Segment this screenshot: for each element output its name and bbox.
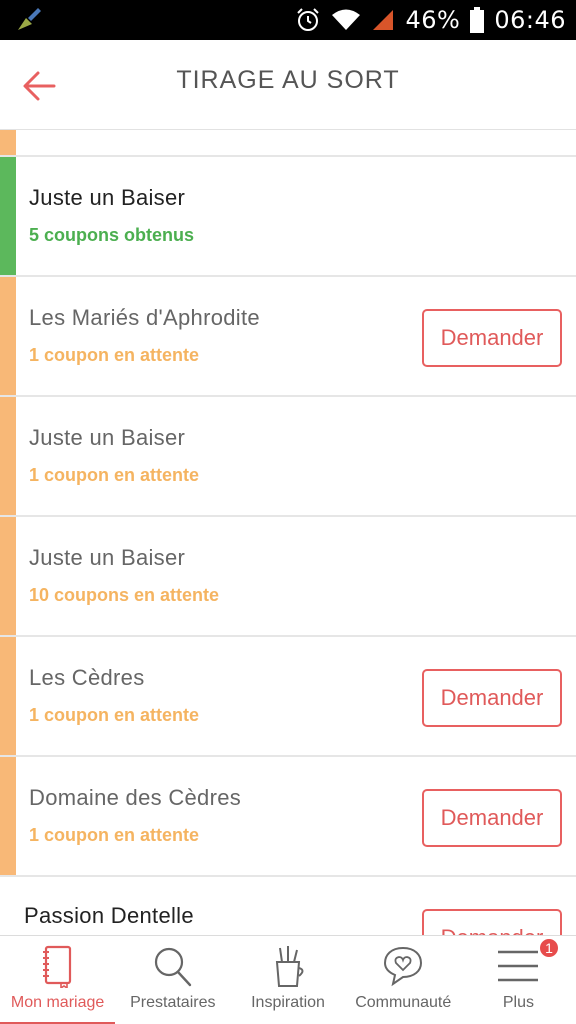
nav-label: Prestataires (130, 994, 216, 1011)
page-title: TIRAGE AU SORT (176, 66, 400, 94)
status-accent (0, 157, 16, 275)
nav-item-prestataires[interactable]: Prestataires (115, 936, 230, 1024)
nav-item-inspiration[interactable]: Inspiration (230, 936, 345, 1024)
list-item[interactable]: Les Cèdres 1 coupon en attente Demander (0, 637, 576, 757)
demander-button[interactable]: Demander (422, 309, 562, 367)
coupon-status: 1 coupon en attente (29, 705, 200, 725)
coupon-status: 5 coupons obtenus (29, 225, 195, 245)
pencil-cup-icon (275, 946, 304, 987)
vendor-name: Les Cèdres (29, 665, 145, 690)
clock: 06:46 (494, 6, 566, 34)
app-header: TIRAGE AU SORT (0, 40, 576, 130)
alarm-icon (297, 8, 320, 31)
list-item[interactable] (0, 130, 576, 157)
wifi-icon (332, 9, 361, 30)
nav-label: Inspiration (251, 994, 325, 1011)
coupon-status: 1 coupon en attente (29, 465, 200, 485)
demander-button[interactable]: Demander (422, 909, 562, 935)
menu-icon (498, 950, 539, 982)
status-accent (0, 130, 16, 155)
coupon-status: 1 coupon en attente (29, 825, 200, 845)
status-accent (0, 637, 16, 755)
list-item[interactable]: Juste un Baiser 1 coupon en attente (0, 397, 576, 517)
demander-button[interactable]: Demander (422, 789, 562, 847)
bottom-nav: Mon mariage Prestataires Inspiration Com… (0, 935, 576, 1024)
notification-badge: 1 (538, 937, 560, 959)
nav-item-communaute[interactable]: Communauté (346, 936, 461, 1024)
status-bar: 46% 06:46 (0, 0, 576, 40)
list-item[interactable]: Juste un Baiser 10 coupons en attente (0, 517, 576, 637)
vendor-name: Juste un Baiser (29, 185, 186, 210)
brush-icon (18, 8, 41, 30)
search-icon (154, 947, 191, 987)
status-accent (0, 397, 16, 515)
list-item[interactable]: Domaine des Cèdres 1 coupon en attente D… (0, 757, 576, 877)
coupon-list[interactable]: Juste un Baiser 5 coupons obtenus Les Ma… (0, 130, 576, 935)
nav-label: Communauté (355, 994, 452, 1011)
vendor-name: Juste un Baiser (29, 425, 186, 450)
nav-item-mon-mariage[interactable]: Mon mariage (0, 936, 116, 1024)
status-accent (0, 757, 16, 875)
notebook-icon (42, 945, 71, 988)
battery-icon (470, 7, 485, 33)
coupon-status: 1 coupon en attente (29, 345, 200, 365)
vendor-name: Juste un Baiser (29, 545, 186, 570)
list-item[interactable]: Juste un Baiser 5 coupons obtenus (0, 157, 576, 277)
coupon-status: 10 coupons en attente (29, 585, 220, 605)
heart-chat-icon (384, 946, 423, 987)
nav-label: Mon mariage (10, 994, 105, 1011)
status-accent (0, 517, 16, 635)
battery-percent: 46% (405, 6, 461, 34)
vendor-name: Les Mariés d'Aphrodite (29, 305, 260, 330)
nav-label: Plus (502, 994, 534, 1011)
list-item[interactable]: Les Mariés d'Aphrodite 1 coupon en atten… (0, 277, 576, 397)
list-item[interactable]: Passion Dentelle Demander (0, 877, 576, 935)
demander-button[interactable]: Demander (422, 669, 562, 727)
vendor-name: Passion Dentelle (24, 903, 194, 928)
vendor-name: Domaine des Cèdres (29, 785, 242, 810)
status-accent (0, 277, 16, 395)
signal-icon (373, 10, 394, 30)
